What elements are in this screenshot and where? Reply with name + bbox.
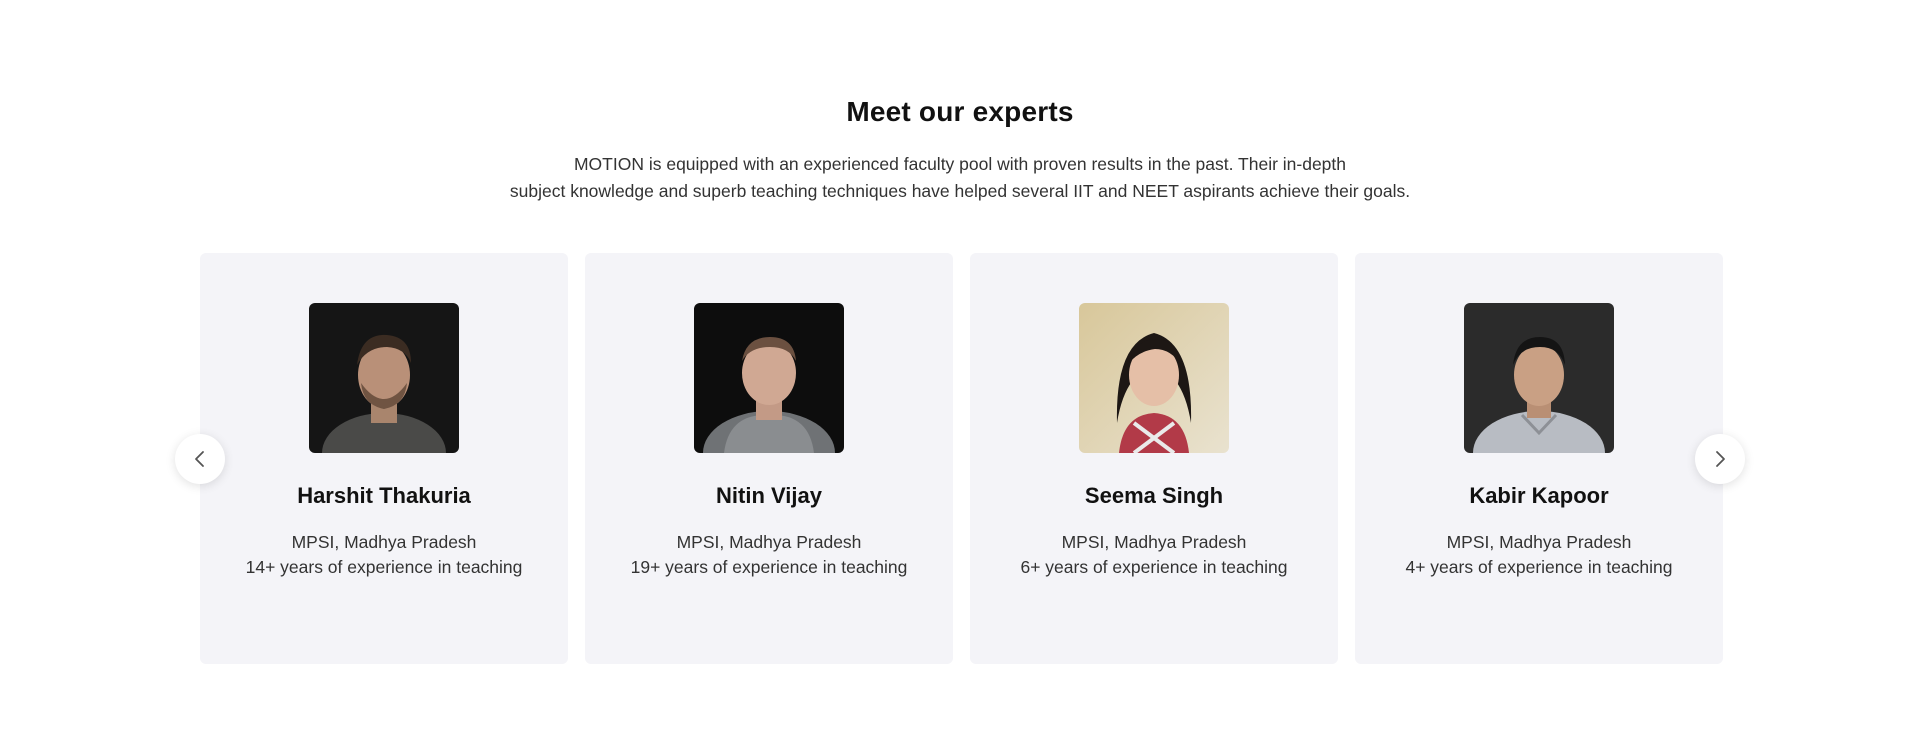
expert-name: Kabir Kapoor <box>1469 483 1609 508</box>
portrait-image <box>694 303 844 453</box>
expert-experience: 14+ years of experience in teaching <box>245 557 523 577</box>
expert-name: Nitin Vijay <box>716 483 822 508</box>
expert-card[interactable]: Kabir Kapoor MPSI, Madhya Pradesh 4+ yea… <box>1355 253 1723 664</box>
portrait-image <box>309 303 459 453</box>
carousel-next-button[interactable] <box>1695 434 1745 484</box>
portrait-image <box>1464 303 1614 453</box>
expert-name: Harshit Thakuria <box>297 483 471 508</box>
expert-card[interactable]: Seema Singh MPSI, Madhya Pradesh 6+ year… <box>970 253 1338 664</box>
expert-name: Seema Singh <box>1084 483 1224 508</box>
expert-experience: 4+ years of experience in teaching <box>1405 557 1673 577</box>
expert-photo <box>1079 303 1229 453</box>
expert-card[interactable]: Harshit Thakuria MPSI, Madhya Pradesh 14… <box>200 253 568 664</box>
portrait-image <box>1079 303 1229 453</box>
expert-card[interactable]: Nitin Vijay MPSI, Madhya Pradesh 19+ yea… <box>585 253 953 664</box>
section-description-line-1: MOTION is equipped with an experienced f… <box>573 154 1347 174</box>
expert-org: MPSI, Madhya Pradesh <box>1446 532 1632 552</box>
experts-section: Meet our experts MOTION is equipped with… <box>0 0 1920 732</box>
expert-photo <box>309 303 459 453</box>
section-description: MOTION is equipped with an experienced f… <box>460 151 1460 205</box>
section-description-line-2: subject knowledge and superb teaching te… <box>509 181 1411 201</box>
chevron-left-icon <box>195 451 204 467</box>
section-title: Meet our experts <box>846 96 1074 127</box>
expert-org: MPSI, Madhya Pradesh <box>676 532 862 552</box>
expert-experience: 6+ years of experience in teaching <box>1020 557 1288 577</box>
expert-photo <box>694 303 844 453</box>
expert-experience: 19+ years of experience in teaching <box>630 557 908 577</box>
expert-org: MPSI, Madhya Pradesh <box>291 532 477 552</box>
carousel-prev-button[interactable] <box>175 434 225 484</box>
chevron-right-icon <box>1716 451 1725 467</box>
expert-org: MPSI, Madhya Pradesh <box>1061 532 1247 552</box>
expert-photo <box>1464 303 1614 453</box>
